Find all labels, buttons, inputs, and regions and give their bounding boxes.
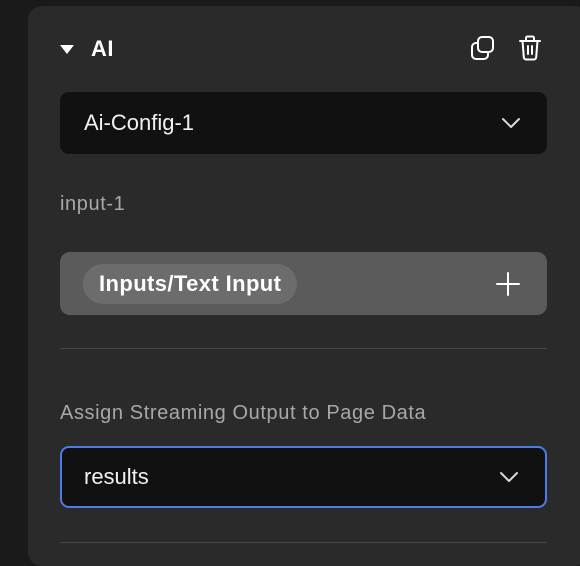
chevron-down-icon	[500, 472, 518, 482]
trash-icon[interactable]	[518, 35, 542, 61]
config-select[interactable]: Ai-Config-1	[60, 92, 547, 154]
section-title: AI	[91, 36, 114, 61]
caret-down-icon[interactable]	[60, 44, 74, 54]
duplicate-icon[interactable]	[470, 35, 496, 61]
input-chip[interactable]: Inputs/Text Input	[83, 263, 298, 304]
divider	[60, 348, 547, 349]
ai-panel: AI Ai-Config-1 input-1 Inputs/Text Input	[28, 6, 580, 566]
streaming-output-label: Assign Streaming Output to Page Data	[60, 402, 427, 424]
input-label: input-1	[60, 193, 126, 215]
plus-icon[interactable]	[495, 271, 521, 297]
streaming-output-value: results	[84, 464, 149, 489]
section-header[interactable]: AI	[60, 32, 528, 66]
config-select-value: Ai-Config-1	[84, 110, 195, 135]
input-binding-field[interactable]: Inputs/Text Input	[60, 252, 547, 315]
header-actions	[470, 35, 542, 61]
chevron-down-icon	[502, 118, 520, 128]
divider	[60, 542, 547, 543]
streaming-output-select[interactable]: results	[60, 446, 547, 508]
